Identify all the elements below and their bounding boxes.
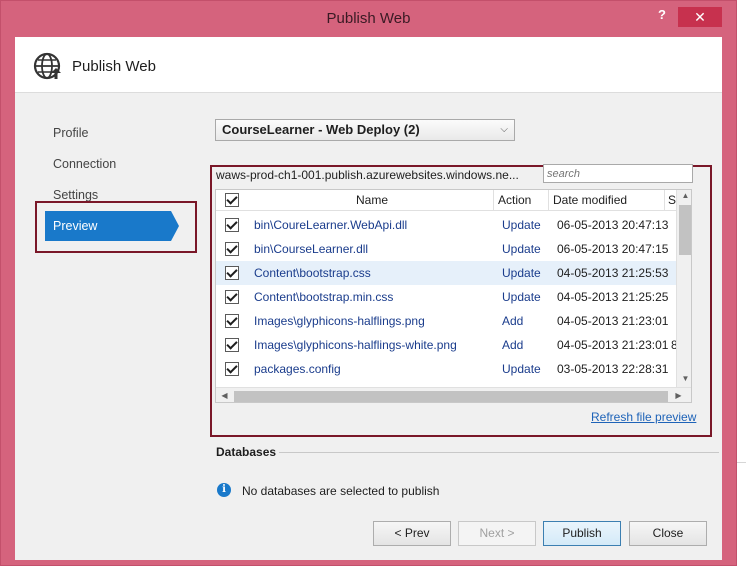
nav-item-profile[interactable]: Profile xyxy=(53,126,88,140)
file-date: 06-05-2013 20:47:13 xyxy=(557,218,669,232)
file-action: Update xyxy=(502,362,541,376)
publish-button[interactable]: Publish xyxy=(543,521,621,546)
column-date-modified[interactable]: Date modified xyxy=(553,193,627,207)
profile-select[interactable]: CourseLearner - Web Deploy (2) ⌵ xyxy=(215,119,515,141)
refresh-file-preview-link[interactable]: Refresh file preview xyxy=(591,410,696,424)
row-checkbox[interactable] xyxy=(225,242,239,256)
file-action: Update xyxy=(502,290,541,304)
databases-heading: Databases xyxy=(216,445,277,459)
column-name[interactable]: Name xyxy=(356,193,388,207)
file-date: 04-05-2013 21:23:01 xyxy=(557,338,669,352)
row-checkbox[interactable] xyxy=(225,290,239,304)
file-name: Images\glyphicons-halflings-white.png xyxy=(254,338,457,352)
row-checkbox[interactable] xyxy=(225,314,239,328)
window-close-button[interactable]: ✕ xyxy=(678,7,722,27)
select-all-checkbox[interactable] xyxy=(225,193,239,207)
file-name: packages.config xyxy=(254,362,341,376)
file-name: Content\bootstrap.min.css xyxy=(254,290,394,304)
column-action[interactable]: Action xyxy=(498,193,531,207)
chevron-down-icon: ⌵ xyxy=(500,124,508,135)
file-action: Update xyxy=(502,242,541,256)
file-name: Images\glyphicons-halflings.png xyxy=(254,314,425,328)
databases-message: No databases are selected to publish xyxy=(242,484,440,498)
dialog-body: Profile Connection Settings Preview Cour… xyxy=(15,93,722,560)
vertical-scroll-thumb[interactable] xyxy=(679,205,691,255)
table-row[interactable]: packages.config Update 03-05-2013 22:28:… xyxy=(216,357,676,381)
file-action: Add xyxy=(502,338,524,352)
table-row[interactable]: Content\bootstrap.min.css Update 04-05-2… xyxy=(216,285,676,309)
file-date: 06-05-2013 20:47:15 xyxy=(557,242,669,256)
file-date: 04-05-2013 21:23:01 xyxy=(557,314,669,328)
search-input[interactable] xyxy=(543,164,693,183)
file-action: Update xyxy=(502,266,541,280)
table-row[interactable]: Content\bootstrap.css Update 04-05-2013 … xyxy=(216,261,676,285)
column-separator xyxy=(493,190,494,211)
row-checkbox[interactable] xyxy=(225,338,239,352)
table-row[interactable]: Images\glyphicons-halflings-white.png Ad… xyxy=(216,333,678,357)
nav-item-preview[interactable]: Preview xyxy=(45,211,171,241)
title-bar: Publish Web ? ✕ xyxy=(1,1,736,37)
vertical-scrollbar[interactable]: ▲ ▼ xyxy=(676,190,691,387)
file-date: 03-05-2013 22:28:31 xyxy=(557,362,669,376)
help-button[interactable]: ? xyxy=(651,7,673,25)
scroll-left-icon[interactable]: ◀ xyxy=(216,391,233,400)
file-date: 04-05-2013 21:25:25 xyxy=(557,290,669,304)
table-row[interactable]: bin\CoureLearner.WebApi.dll Update 06-05… xyxy=(216,213,676,237)
column-size[interactable]: S xyxy=(668,193,676,207)
file-action: Update xyxy=(502,218,541,232)
info-icon: i xyxy=(217,483,231,497)
scroll-down-icon[interactable]: ▼ xyxy=(677,374,691,383)
horizontal-scroll-thumb[interactable] xyxy=(234,391,668,402)
file-name: bin\CoureLearner.WebApi.dll xyxy=(254,218,408,232)
file-name: Content\bootstrap.css xyxy=(254,266,371,280)
profile-select-value: CourseLearner - Web Deploy (2) xyxy=(222,122,420,137)
column-separator xyxy=(664,190,665,211)
nav-item-connection[interactable]: Connection xyxy=(53,157,116,171)
nav-active-arrow xyxy=(171,211,179,241)
horizontal-scrollbar[interactable]: ◀ ▶ xyxy=(216,387,691,402)
file-action: Add xyxy=(502,314,524,328)
scroll-right-icon[interactable]: ▶ xyxy=(670,391,687,400)
prev-button[interactable]: < Prev xyxy=(373,521,451,546)
scroll-up-icon[interactable]: ▲ xyxy=(677,191,691,200)
row-checkbox[interactable] xyxy=(225,266,239,280)
header-title: Publish Web xyxy=(72,58,156,75)
row-checkbox[interactable] xyxy=(225,218,239,232)
table-row[interactable]: Images\glyphicons-halflings.png Add 04-0… xyxy=(216,309,676,333)
file-name: bin\CourseLearner.dll xyxy=(254,242,369,256)
dialog-header: Publish Web xyxy=(15,37,722,93)
server-name: waws-prod-ch1-001.publish.azurewebsites.… xyxy=(216,168,519,182)
close-button[interactable]: Close xyxy=(629,521,707,546)
window-title: Publish Web xyxy=(326,10,411,27)
row-checkbox[interactable] xyxy=(225,362,239,376)
dialog-client: Publish Web Profile Connection Settings … xyxy=(15,37,722,560)
file-date: 04-05-2013 21:25:53 xyxy=(557,266,669,280)
globe-publish-icon xyxy=(33,52,61,80)
table-row[interactable]: bin\CourseLearner.dll Update 06-05-2013 … xyxy=(216,237,676,261)
grid-header: Name Action Date modified S xyxy=(216,190,676,211)
next-button[interactable]: Next > xyxy=(458,521,536,546)
column-separator xyxy=(548,190,549,211)
databases-divider xyxy=(279,452,719,453)
nav-item-settings[interactable]: Settings xyxy=(53,188,98,202)
publish-web-dialog: Publish Web ? ✕ Publish Web Profile Conn… xyxy=(0,0,737,566)
file-preview-grid: Name Action Date modified S bin\CoureLea… xyxy=(215,189,692,403)
